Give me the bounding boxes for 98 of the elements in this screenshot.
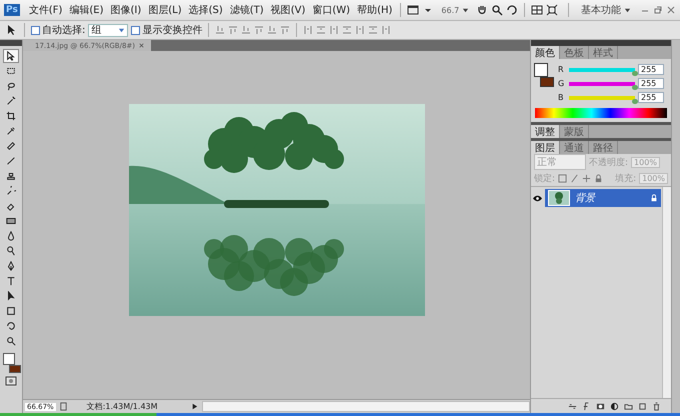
- history-brush-icon: [6, 186, 16, 196]
- distribute-icon[interactable]: [303, 25, 314, 35]
- bandage-icon: [6, 141, 16, 151]
- opacity-label: 不透明度:: [589, 156, 628, 168]
- horizontal-scrollbar[interactable]: [202, 401, 530, 412]
- pen-icon: [6, 261, 16, 271]
- distribute-icon[interactable]: [342, 25, 352, 35]
- mask-icon[interactable]: [596, 402, 605, 410]
- new-layer-icon[interactable]: [638, 402, 647, 410]
- slider-thumb[interactable]: [632, 98, 638, 104]
- brush-icon[interactable]: [570, 174, 580, 182]
- checkbox-label: 显示变换控件: [142, 24, 202, 37]
- tool-button[interactable]: [3, 49, 19, 63]
- document-icon[interactable]: [58, 402, 68, 411]
- lock-icon[interactable]: [594, 174, 604, 182]
- distribute-icon[interactable]: [381, 25, 392, 35]
- trash-icon[interactable]: [652, 402, 661, 410]
- type-icon: [6, 276, 16, 286]
- stamp-icon: [6, 171, 16, 181]
- menu-item[interactable]: 选择(S): [186, 3, 225, 17]
- rotate-icon[interactable]: [506, 4, 518, 16]
- move-arrows-icon[interactable]: [582, 174, 592, 182]
- wand-icon: [6, 96, 16, 106]
- align-icon[interactable]: [254, 25, 264, 35]
- checkbox-label: 自动选择:: [42, 24, 86, 37]
- half-circle-icon[interactable]: [610, 402, 619, 410]
- menu-item[interactable]: 文件(F): [26, 3, 64, 17]
- background-color-swatch[interactable]: [9, 365, 21, 373]
- dashed-rectangle-icon: [6, 66, 16, 76]
- align-icon[interactable]: [241, 25, 252, 35]
- checkbox[interactable]: [131, 26, 140, 34]
- dodge-icon: [6, 246, 16, 256]
- channel-label: G: [558, 79, 566, 88]
- arrow-icon: [6, 51, 16, 61]
- menu-item[interactable]: 帮助(H): [355, 3, 394, 17]
- foreground-color-swatch[interactable]: [3, 353, 15, 365]
- window-icon[interactable]: [407, 4, 420, 16]
- menu-item[interactable]: 视图(V): [268, 3, 308, 17]
- zoom-icon: [6, 336, 16, 346]
- path-selection-icon: [6, 291, 16, 301]
- align-icon[interactable]: [215, 25, 226, 35]
- channel-value-field[interactable]: 255: [638, 64, 664, 75]
- slider-thumb[interactable]: [632, 84, 638, 90]
- foreground-color-swatch[interactable]: [534, 63, 548, 77]
- distribute-icon[interactable]: [316, 25, 326, 35]
- background-color-swatch[interactable]: [540, 77, 554, 87]
- crop-icon: [6, 111, 16, 121]
- rectangle-icon: [6, 306, 16, 316]
- channel-value-field[interactable]: 255: [638, 92, 664, 103]
- lock-label: 锁定:: [534, 172, 556, 184]
- distribute-icon[interactable]: [368, 25, 378, 35]
- channel-value-field[interactable]: 255: [638, 78, 664, 89]
- zoom-dropdown[interactable]: 66.7: [437, 6, 474, 14]
- close-icon[interactable]: [138, 42, 146, 49]
- restore-icon[interactable]: [653, 5, 663, 15]
- close-icon[interactable]: [666, 5, 676, 15]
- eraser-icon: [6, 201, 16, 211]
- hand-icon[interactable]: [476, 4, 488, 16]
- grid-icon[interactable]: [531, 4, 544, 16]
- fx-icon[interactable]: [582, 402, 591, 410]
- quick-mask-icon[interactable]: [5, 375, 17, 387]
- menu-item[interactable]: 编辑(E): [67, 3, 106, 17]
- channel-label: B: [558, 93, 564, 102]
- distribute-icon[interactable]: [329, 25, 340, 35]
- caret-icon: [462, 6, 470, 14]
- eyedropper-icon: [6, 126, 16, 136]
- panel-tab[interactable]: 颜色: [531, 46, 560, 59]
- menu-item[interactable]: 图像(I): [108, 3, 144, 17]
- checkbox[interactable]: [31, 26, 40, 34]
- align-icon[interactable]: [267, 25, 278, 35]
- menu-item[interactable]: 窗口(W): [310, 3, 352, 17]
- layer-thumbnail: [548, 190, 570, 206]
- lasso-icon: [6, 81, 16, 91]
- document-size-text: 文档:1.43M/1.43M: [86, 401, 159, 412]
- rotate-icon: [6, 321, 16, 331]
- menu-item[interactable]: 图层(L): [146, 3, 184, 17]
- vertical-scrollbar[interactable]: [662, 187, 671, 398]
- fill-label: 填充:: [615, 172, 636, 184]
- align-icon[interactable]: [280, 25, 290, 35]
- slider-thumb[interactable]: [632, 70, 638, 76]
- brush-icon: [6, 156, 16, 166]
- target-dropdown[interactable]: 组: [88, 24, 128, 36]
- align-icon[interactable]: [228, 25, 238, 35]
- channel-label: R: [558, 65, 565, 74]
- zoom-icon[interactable]: [491, 4, 504, 16]
- app-logo: Ps: [4, 4, 20, 16]
- caret-icon: [118, 26, 126, 34]
- folder-icon[interactable]: [624, 402, 633, 410]
- caret-icon: [624, 6, 631, 14]
- menu-item[interactable]: 滤镜(T): [228, 3, 266, 17]
- play-icon[interactable]: [190, 402, 199, 411]
- drop-icon: [6, 231, 16, 241]
- panel-tab[interactable]: 调整: [531, 125, 560, 138]
- color-spectrum-bar[interactable]: [535, 108, 667, 118]
- screen-mode-icon[interactable]: [546, 4, 558, 16]
- distribute-icon[interactable]: [355, 25, 366, 35]
- gradient-icon: [6, 216, 16, 226]
- workspace-dropdown[interactable]: 基本功能: [575, 3, 637, 17]
